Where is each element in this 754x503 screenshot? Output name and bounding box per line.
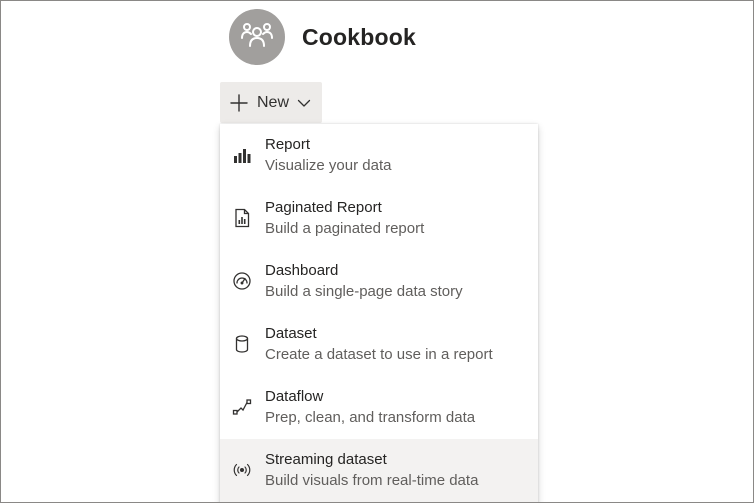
workspace-header: Cookbook [229, 9, 416, 65]
gauge-icon [232, 271, 252, 291]
menu-item-dashboard[interactable]: Dashboard Build a single-page data story [220, 250, 538, 313]
paginated-report-icon [232, 208, 252, 228]
menu-item-title: Dashboard [265, 262, 339, 279]
menu-item-description: Create a dataset to use in a report [265, 346, 493, 363]
menu-item-description: Build visuals from real-time data [265, 472, 479, 489]
menu-item-dataset[interactable]: Dataset Create a dataset to use in a rep… [220, 313, 538, 376]
database-icon [232, 334, 252, 354]
menu-item-description: Visualize your data [265, 157, 392, 174]
menu-item-streaming-dataset[interactable]: Streaming dataset Build visuals from rea… [220, 439, 538, 502]
menu-item-dataflow[interactable]: Dataflow Prep, clean, and transform data [220, 376, 538, 439]
menu-item-report[interactable]: Report Visualize your data [220, 124, 538, 187]
menu-item-title: Dataflow [265, 388, 324, 405]
bar-chart-icon [232, 145, 252, 165]
new-button[interactable]: New [220, 82, 322, 123]
chevron-down-icon [289, 96, 311, 110]
menu-item-title: Streaming dataset [265, 451, 387, 468]
workspace-avatar [229, 9, 285, 65]
menu-item-title: Report [265, 136, 311, 153]
menu-item-description: Build a paginated report [265, 220, 425, 237]
new-button-label: New [257, 93, 290, 111]
workspace-title: Cookbook [302, 23, 417, 50]
menu-item-description: Prep, clean, and transform data [265, 409, 476, 426]
plus-icon [229, 93, 249, 113]
menu-item-title: Paginated Report [265, 199, 382, 216]
streaming-icon [232, 460, 252, 480]
dataflow-icon [232, 397, 252, 417]
menu-item-paginated-report[interactable]: Paginated Report Build a paginated repor… [220, 187, 538, 250]
menu-item-description: Build a single-page data story [265, 283, 463, 300]
new-dropdown-menu: Report Visualize your data Paginated Rep… [220, 124, 538, 502]
app-frame: Cookbook New Report Visualize your data … [0, 0, 754, 503]
people-group-icon [240, 20, 274, 55]
menu-item-title: Dataset [265, 325, 317, 342]
